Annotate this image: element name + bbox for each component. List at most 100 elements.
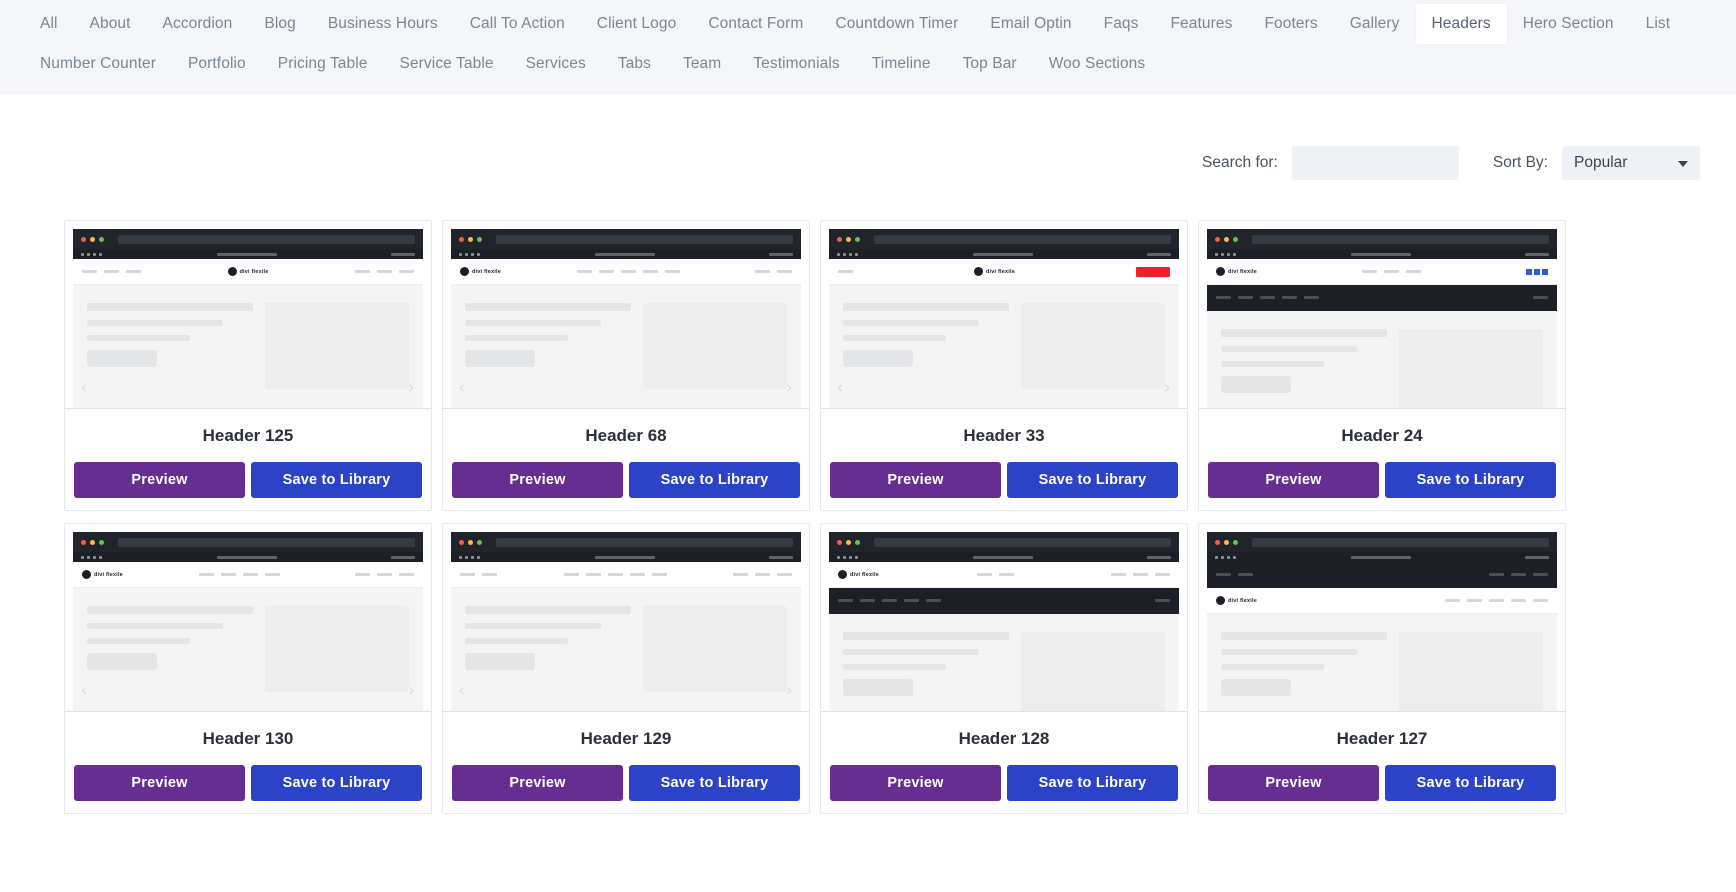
category-tab-gallery[interactable]: Gallery xyxy=(1334,4,1416,44)
mock-logo: divi flexile xyxy=(82,570,123,579)
mock-nav-item xyxy=(563,573,579,576)
category-tab-portfolio[interactable]: Portfolio xyxy=(172,44,262,84)
save-to-library-button[interactable]: Save to Library xyxy=(629,765,800,801)
mock-site-body: ‹› xyxy=(73,285,423,408)
template-thumbnail[interactable]: divi flexile‹› xyxy=(65,221,431,409)
category-tab-footers[interactable]: Footers xyxy=(1248,4,1333,44)
mock-nav xyxy=(1362,270,1421,273)
category-tab-business-hours[interactable]: Business Hours xyxy=(312,4,454,44)
category-tab-tabs[interactable]: Tabs xyxy=(602,44,667,84)
category-tab-call-to-action[interactable]: Call To Action xyxy=(454,4,581,44)
category-tab-contact-form[interactable]: Contact Form xyxy=(692,4,819,44)
save-to-library-button[interactable]: Save to Library xyxy=(1007,462,1178,498)
category-tab-headers[interactable]: Headers xyxy=(1415,4,1507,44)
category-tab-team[interactable]: Team xyxy=(667,44,737,84)
mock-nav-item xyxy=(399,270,414,273)
mock-nav-item xyxy=(1238,573,1253,576)
category-tab-email-optin[interactable]: Email Optin xyxy=(974,4,1087,44)
mock-url-bar xyxy=(874,234,1171,244)
close-dot-icon xyxy=(1215,539,1220,545)
template-title: Header 24 xyxy=(1341,426,1423,445)
search-input[interactable] xyxy=(1291,146,1459,180)
template-actions: Preview Save to Library xyxy=(443,462,809,510)
mock-nav xyxy=(563,573,667,576)
mock-nav-item xyxy=(1216,296,1231,299)
category-tab-blog[interactable]: Blog xyxy=(248,4,311,44)
close-dot-icon xyxy=(459,539,464,545)
category-tab-about[interactable]: About xyxy=(74,4,147,44)
category-tab-faqs[interactable]: Faqs xyxy=(1088,4,1155,44)
preview-button[interactable]: Preview xyxy=(74,462,245,498)
template-title: Header 130 xyxy=(202,729,294,748)
mock-image-placeholder xyxy=(264,303,409,389)
category-tab-number-counter[interactable]: Number Counter xyxy=(24,44,172,84)
template-thumbnail[interactable]: divi flexile‹› xyxy=(65,524,431,712)
category-tab-testimonials[interactable]: Testimonials xyxy=(737,44,855,84)
sort-select[interactable]: Popular xyxy=(1562,146,1700,180)
mock-nav-item xyxy=(976,573,992,576)
mock-site-subnav xyxy=(829,588,1179,614)
category-tab-client-logo[interactable]: Client Logo xyxy=(581,4,693,44)
preview-button[interactable]: Preview xyxy=(452,765,623,801)
category-tab-timeline[interactable]: Timeline xyxy=(856,44,947,84)
mock-nav-item xyxy=(82,270,97,273)
mock-nav xyxy=(1155,599,1170,602)
mock-nav-item xyxy=(1133,573,1148,576)
close-dot-icon xyxy=(837,539,842,545)
preview-button[interactable]: Preview xyxy=(74,765,245,801)
category-tab-features[interactable]: Features xyxy=(1154,4,1248,44)
mock-url-bar xyxy=(874,537,1171,547)
preview-button[interactable]: Preview xyxy=(830,765,1001,801)
preview-button[interactable]: Preview xyxy=(830,462,1001,498)
mock-url-bar xyxy=(118,234,415,244)
category-tab-pricing-table[interactable]: Pricing Table xyxy=(262,44,384,84)
mock-nav-item xyxy=(1304,296,1319,299)
mock-nav-item xyxy=(482,573,497,576)
category-tab-all[interactable]: All xyxy=(24,4,74,44)
template-thumbnail[interactable]: divi flexile‹› xyxy=(443,221,809,409)
mock-site-body: ‹› xyxy=(1207,311,1557,408)
template-thumbnail[interactable]: divi flexile‹› xyxy=(1199,221,1565,409)
save-to-library-button[interactable]: Save to Library xyxy=(629,462,800,498)
save-to-library-button[interactable]: Save to Library xyxy=(1385,765,1556,801)
template-thumbnail[interactable]: ‹ › xyxy=(443,524,809,712)
mock-announce-bar xyxy=(73,552,423,562)
category-tab-hero-section[interactable]: Hero Section xyxy=(1507,4,1630,44)
mock-nav-item xyxy=(860,599,875,602)
sort-select-value: Popular xyxy=(1574,154,1628,171)
category-tab-list[interactable]: List xyxy=(1630,4,1687,44)
mock-nav-item xyxy=(1155,599,1170,602)
mock-announce-bar xyxy=(829,249,1179,259)
brand-mark-icon xyxy=(1216,596,1225,605)
category-tab-countdown-timer[interactable]: Countdown Timer xyxy=(819,4,974,44)
save-to-library-button[interactable]: Save to Library xyxy=(1007,765,1178,801)
mock-nav-item xyxy=(198,573,214,576)
mock-announce-bar xyxy=(451,552,801,562)
save-to-library-button[interactable]: Save to Library xyxy=(251,462,422,498)
category-tab-service-table[interactable]: Service Table xyxy=(384,44,510,84)
preview-button[interactable]: Preview xyxy=(1208,462,1379,498)
maximize-dot-icon xyxy=(99,236,104,242)
save-to-library-button[interactable]: Save to Library xyxy=(251,765,422,801)
preview-button[interactable]: Preview xyxy=(1208,765,1379,801)
mock-nav-item xyxy=(460,573,475,576)
mock-social-icons xyxy=(1526,268,1548,275)
preview-button[interactable]: Preview xyxy=(452,462,623,498)
save-to-library-button[interactable]: Save to Library xyxy=(1385,462,1556,498)
category-tab-woo-sections[interactable]: Woo Sections xyxy=(1033,44,1162,84)
template-thumbnail[interactable]: divi flexile‹› xyxy=(821,524,1187,712)
mock-text-block xyxy=(1221,329,1387,408)
category-tab-top-bar[interactable]: Top Bar xyxy=(947,44,1033,84)
brand-logo-text: divi flexile xyxy=(472,268,501,275)
category-tab-accordion[interactable]: Accordion xyxy=(147,4,249,44)
mock-browser: divi flexile‹› xyxy=(1207,532,1557,711)
chevron-right-icon: › xyxy=(1542,707,1548,711)
template-thumbnail[interactable]: divi flexile‹› xyxy=(1199,524,1565,712)
mock-nav-item xyxy=(585,573,601,576)
mock-nav-item xyxy=(904,599,919,602)
category-tab-services[interactable]: Services xyxy=(510,44,602,84)
template-thumbnail[interactable]: divi flexile‹› xyxy=(821,221,1187,409)
mock-site-header xyxy=(451,562,801,588)
mock-announce-bar xyxy=(829,552,1179,562)
mock-nav xyxy=(1489,573,1548,576)
